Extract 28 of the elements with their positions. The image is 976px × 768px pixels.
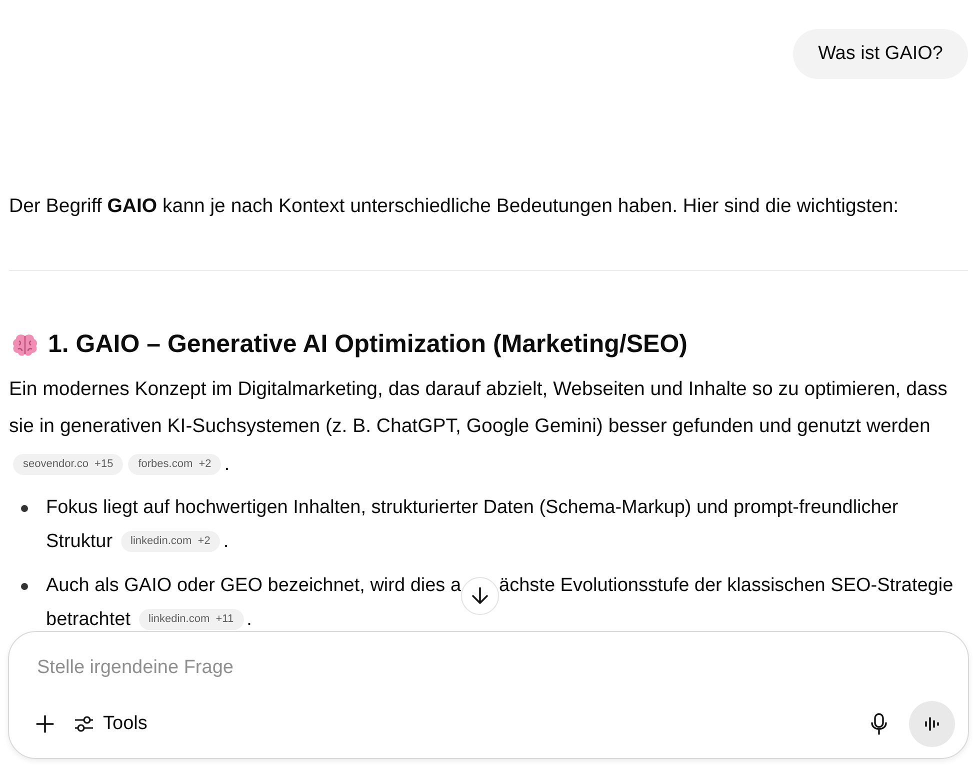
plus-icon [35,714,55,734]
brain-icon [12,332,38,356]
bullet-dot [21,583,28,590]
period: . [246,609,252,630]
intro-text: Der Begriff GAIO kann je nach Kontext unterschiedliche Bedeutungen haben. Hier sind die wichtigsten: [9,194,900,219]
user-message: Was ist GAIO? [793,29,968,79]
message-input[interactable]: Stelle irgendeine Frage [35,656,639,680]
source-chip[interactable]: linkedin.com +11 [138,609,244,630]
bullet-text: Fokus liegt auf hochwertigen Inhalten, strukturierter Daten (Schema-Markup) und prompt-freundlicher [46,497,898,518]
period: . [223,531,229,552]
source-chip[interactable]: seovendor.co +15 [13,454,124,474]
period: . [224,452,230,476]
bullet-text: ächste Evolutionsstufe der klassischen SEO-Strategie [499,575,954,596]
section-heading: 1. GAIO – Generative AI Optimization (Marketing/SEO) [48,330,688,359]
sliders-icon [73,714,95,734]
source-chip[interactable]: linkedin.com +2 [120,531,220,552]
arrow-down-icon [471,586,490,606]
bullet-dot [21,505,28,512]
paragraph: Ein modernes Konzept im Digitalmarketing, das darauf abzielt, Webseiten und Inhalte so zu optimieren, dass sie in generativen KI-Suchsystemen (z. B. ChatGPT, Google Gemini) besser gefunden und genutzt werden [9,377,948,439]
microphone-icon [869,712,889,736]
bullet-text: Struktur [46,531,113,552]
source-chip[interactable]: forbes.com +2 [128,454,222,474]
tools-button[interactable]: Tools [73,713,148,735]
bullet-text: Auch als GAIO oder GEO bezeichnet, wird dies a [46,575,462,596]
waveform-icon [922,714,942,734]
bullet-text: betrachtet [46,609,130,630]
scroll-down-button[interactable] [461,577,500,615]
voice-mode-button[interactable] [909,701,955,747]
